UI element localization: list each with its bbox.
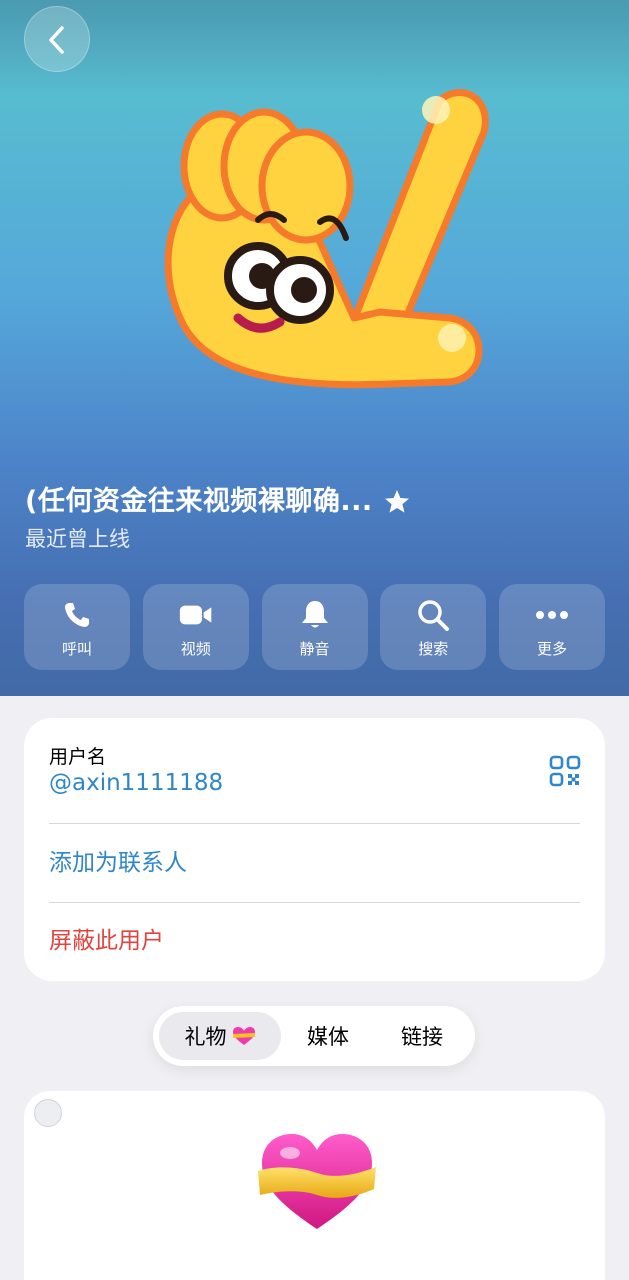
divider — [49, 902, 580, 903]
search-label: 搜索 — [418, 640, 449, 658]
contact-info-card: 用户名 @axin1111188 添加为联系人 屏蔽此用户 — [24, 718, 605, 981]
video-button[interactable]: 视频 — [142, 584, 249, 670]
tab-gifts-label: 礼物 — [184, 1025, 227, 1049]
video-camera-icon — [179, 598, 213, 632]
contact-name-row: (任何资金往来视频裸聊确... — [25, 484, 605, 520]
phone-icon — [60, 598, 94, 632]
contact-name: (任何资金往来视频裸聊确... — [25, 486, 373, 517]
video-label: 视频 — [180, 640, 211, 658]
more-icon — [535, 598, 569, 632]
qr-code-icon[interactable] — [549, 755, 581, 787]
sender-avatar — [34, 1099, 62, 1127]
search-button[interactable]: 搜索 — [380, 584, 487, 670]
search-icon — [416, 598, 450, 632]
tab-gifts[interactable]: 礼物 — [159, 1012, 281, 1060]
profile-sticker-image — [164, 89, 489, 389]
username-value[interactable]: @axin1111188 — [49, 770, 223, 796]
profile-header: (任何资金往来视频裸聊确... 最近曾上线 呼叫 视频 静音 搜索 更多 — [0, 0, 629, 696]
tab-links[interactable]: 链接 — [375, 1012, 469, 1060]
star-icon[interactable] — [383, 488, 411, 516]
mute-button[interactable]: 静音 — [261, 584, 368, 670]
mute-label: 静音 — [299, 640, 330, 658]
call-button[interactable]: 呼叫 — [24, 584, 130, 670]
divider — [49, 823, 580, 824]
more-label: 更多 — [536, 640, 567, 658]
block-user-button[interactable]: 屏蔽此用户 — [49, 926, 164, 956]
chevron-left-icon — [49, 26, 64, 54]
tab-media-label: 媒体 — [307, 1025, 349, 1049]
call-label: 呼叫 — [61, 640, 92, 658]
back-button[interactable] — [24, 6, 90, 72]
gift-item-card[interactable] — [24, 1091, 605, 1280]
profile-page: (任何资金往来视频裸聊确... 最近曾上线 呼叫 视频 静音 搜索 更多 用户名… — [0, 0, 629, 1280]
last-seen-status: 最近曾上线 — [25, 527, 130, 551]
bell-icon — [298, 598, 332, 632]
profile-tabs: 礼物 媒体 链接 — [153, 1006, 475, 1066]
username-label: 用户名 — [49, 746, 107, 768]
add-contact-button[interactable]: 添加为联系人 — [49, 848, 187, 878]
tab-links-label: 链接 — [401, 1025, 443, 1049]
more-button[interactable]: 更多 — [499, 584, 605, 670]
heart-gift-icon — [258, 1134, 376, 1229]
action-buttons: 呼叫 视频 静音 搜索 更多 — [24, 584, 605, 670]
gift-heart-icon — [232, 1027, 255, 1045]
tab-media[interactable]: 媒体 — [281, 1012, 375, 1060]
